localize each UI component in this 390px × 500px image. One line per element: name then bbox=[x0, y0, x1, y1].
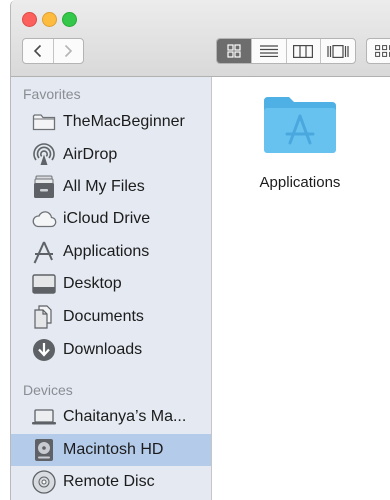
sidebar-item-label: Chaitanya’s Ma... bbox=[63, 408, 187, 425]
cloud-icon bbox=[31, 206, 57, 232]
chevron-left-icon bbox=[33, 44, 41, 58]
column-view-button[interactable] bbox=[285, 39, 321, 63]
arrange-button[interactable] bbox=[366, 38, 390, 64]
all-files-icon bbox=[31, 174, 57, 200]
toolbar bbox=[11, 0, 390, 77]
forward-button[interactable] bbox=[52, 39, 84, 63]
icon-grid-icon bbox=[227, 44, 241, 58]
sidebar-item-label: Remote Disc bbox=[63, 473, 155, 490]
desktop-icon bbox=[31, 271, 57, 297]
sidebar-item-label: Documents bbox=[63, 308, 144, 325]
favorites-header: Favorites bbox=[23, 86, 81, 102]
hard-drive-icon bbox=[31, 437, 57, 463]
back-button[interactable] bbox=[23, 39, 53, 63]
gallery-view-button[interactable] bbox=[320, 39, 355, 63]
nav-button-group bbox=[22, 38, 84, 64]
sidebar: Favorites TheMacBeginner AirDrop All My … bbox=[11, 77, 212, 500]
downloads-icon bbox=[31, 337, 57, 363]
file-item-label: Applications bbox=[259, 174, 341, 191]
disc-icon bbox=[31, 469, 57, 495]
file-item-applications[interactable]: Applications bbox=[250, 93, 350, 191]
sidebar-item-label: Macintosh HD bbox=[63, 441, 164, 458]
sidebar-item-downloads[interactable]: Downloads bbox=[11, 334, 211, 366]
finder-window: Favorites TheMacBeginner AirDrop All My … bbox=[10, 0, 390, 500]
sidebar-item-airdrop[interactable]: AirDrop bbox=[11, 139, 211, 171]
sidebar-item-desktop[interactable]: Desktop bbox=[11, 268, 211, 300]
sidebar-item-label: Desktop bbox=[63, 275, 122, 292]
applications-folder-icon bbox=[264, 97, 336, 153]
laptop-icon bbox=[31, 404, 57, 430]
sidebar-item-icloud-drive[interactable]: iCloud Drive bbox=[11, 203, 211, 235]
list-view-button[interactable] bbox=[250, 39, 286, 63]
icon-view-button[interactable] bbox=[217, 39, 251, 63]
airdrop-icon bbox=[31, 142, 57, 168]
sidebar-item-all-my-files[interactable]: All My Files bbox=[11, 171, 211, 203]
sidebar-item-themacbeginner[interactable]: TheMacBeginner bbox=[11, 106, 211, 138]
devices-header: Devices bbox=[23, 382, 73, 398]
view-mode-group bbox=[216, 38, 356, 64]
file-browser: Applications bbox=[212, 77, 390, 500]
columns-icon bbox=[293, 44, 314, 58]
zoom-window-button[interactable] bbox=[62, 12, 77, 27]
cover-flow-icon bbox=[327, 44, 349, 58]
sidebar-item-documents[interactable]: Documents bbox=[11, 301, 211, 333]
sidebar-item-label: All My Files bbox=[63, 178, 145, 195]
chevron-right-icon bbox=[65, 44, 73, 58]
documents-icon bbox=[31, 304, 57, 330]
sidebar-item-remote-disc[interactable]: Remote Disc bbox=[11, 466, 211, 498]
sidebar-item-macintosh-hd[interactable]: Macintosh HD bbox=[11, 434, 211, 466]
close-window-button[interactable] bbox=[22, 12, 37, 27]
applications-icon bbox=[31, 239, 57, 265]
sidebar-item-label: AirDrop bbox=[63, 146, 118, 163]
arrange-grid-icon bbox=[375, 45, 390, 57]
sidebar-item-laptop[interactable]: Chaitanya’s Ma... bbox=[11, 401, 211, 433]
folder-icon bbox=[31, 109, 57, 135]
sidebar-item-label: Downloads bbox=[63, 341, 143, 358]
sidebar-item-label: TheMacBeginner bbox=[63, 113, 185, 130]
sidebar-item-label: iCloud Drive bbox=[63, 210, 151, 227]
sidebar-item-label: Applications bbox=[63, 243, 150, 260]
list-icon bbox=[259, 45, 278, 57]
sidebar-item-applications[interactable]: Applications bbox=[11, 236, 211, 268]
minimize-window-button[interactable] bbox=[42, 12, 57, 27]
